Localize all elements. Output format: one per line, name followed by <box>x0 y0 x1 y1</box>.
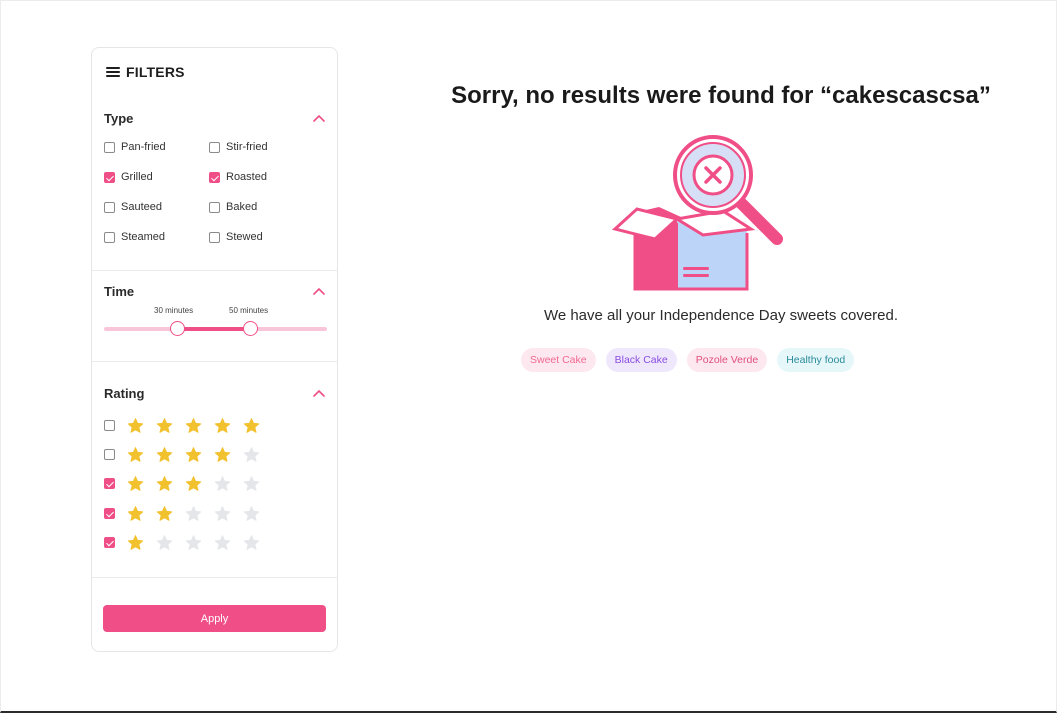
checkbox[interactable] <box>209 231 220 243</box>
star-empty-icon <box>243 476 260 491</box>
option-label: Pan-fried <box>121 141 166 153</box>
star-filled-icon <box>243 418 260 433</box>
rating-option-2-stars[interactable] <box>104 505 272 522</box>
checkbox[interactable] <box>209 141 220 153</box>
time-max-label: 50 minutes <box>229 306 269 315</box>
type-section-title: Type <box>104 111 134 126</box>
time-section-title: Time <box>104 284 135 299</box>
section-divider <box>92 270 337 271</box>
star-filled-icon <box>127 506 144 521</box>
star-filled-icon <box>127 418 144 433</box>
type-option-grilled[interactable]: Grilled <box>104 171 153 183</box>
checkbox[interactable] <box>104 420 115 431</box>
star-filled-icon <box>127 535 144 550</box>
time-slider-range <box>178 327 251 331</box>
type-option-steamed[interactable]: Steamed <box>104 231 165 243</box>
type-option-pan-fried[interactable]: Pan-fried <box>104 141 166 153</box>
section-divider <box>92 577 337 578</box>
filters-sidebar: FILTERS Type Pan-fried Stir-fried Grille… <box>91 47 338 652</box>
time-slider-min-handle[interactable] <box>170 321 185 336</box>
section-divider <box>92 361 337 362</box>
chevron-up-icon[interactable] <box>313 389 325 399</box>
star-filled-icon <box>156 418 173 433</box>
star-empty-icon <box>185 506 202 521</box>
time-min-label: 30 minutes <box>154 306 194 315</box>
option-label: Steamed <box>121 231 166 243</box>
filters-header: FILTERS <box>106 64 185 80</box>
star-empty-icon <box>243 535 260 550</box>
checkbox[interactable] <box>104 171 115 183</box>
suggestion-chips: Sweet Cake Black Cake Pozole Verde Healt… <box>521 348 855 372</box>
star-empty-icon <box>214 535 231 550</box>
star-filled-icon <box>214 447 231 462</box>
star-filled-icon <box>156 447 173 462</box>
chip-black-cake[interactable]: Black Cake <box>605 348 677 372</box>
chip-pozole-verde[interactable]: Pozole Verde <box>686 348 768 372</box>
star-filled-icon <box>127 447 144 462</box>
no-results-subtitle: We have all your Independence Day sweets… <box>543 307 899 324</box>
rating-option-5-stars[interactable] <box>104 417 272 434</box>
type-option-stewed[interactable]: Stewed <box>209 231 263 243</box>
star-filled-icon <box>156 476 173 491</box>
option-label: Grilled <box>121 171 153 183</box>
chip-sweet-cake[interactable]: Sweet Cake <box>521 348 596 372</box>
no-results-heading: Sorry, no results were found for “cakesc… <box>451 82 991 109</box>
time-slider-max-handle[interactable] <box>243 321 258 336</box>
star-filled-icon <box>185 476 202 491</box>
checkbox[interactable] <box>104 201 115 213</box>
star-filled-icon <box>156 506 173 521</box>
chevron-up-icon[interactable] <box>313 114 325 124</box>
star-empty-icon <box>214 506 231 521</box>
filters-title: FILTERS <box>126 64 185 80</box>
rating-option-1-stars[interactable] <box>104 534 272 551</box>
chevron-up-icon[interactable] <box>313 287 325 297</box>
type-option-sauteed[interactable]: Sauteed <box>104 201 162 213</box>
option-label: Sauteed <box>121 201 162 213</box>
option-label: Roasted <box>226 171 267 183</box>
star-empty-icon <box>214 476 231 491</box>
apply-button[interactable]: Apply <box>103 605 326 632</box>
star-filled-icon <box>214 418 231 433</box>
menu-icon[interactable] <box>106 66 120 78</box>
type-option-baked[interactable]: Baked <box>209 201 257 213</box>
checkbox[interactable] <box>104 449 115 460</box>
star-empty-icon <box>243 506 260 521</box>
star-empty-icon <box>243 447 260 462</box>
star-filled-icon <box>185 418 202 433</box>
option-label: Stewed <box>226 231 263 243</box>
star-filled-icon <box>127 476 144 491</box>
checkbox[interactable] <box>104 231 115 243</box>
checkbox[interactable] <box>209 171 220 183</box>
checkbox[interactable] <box>104 478 115 489</box>
option-label: Baked <box>226 201 258 213</box>
checkbox[interactable] <box>209 201 220 213</box>
rating-section-title: Rating <box>104 386 145 401</box>
checkbox[interactable] <box>104 537 115 548</box>
rating-option-3-stars[interactable] <box>104 475 272 492</box>
checkbox[interactable] <box>104 508 115 519</box>
star-filled-icon <box>185 447 202 462</box>
empty-box-search-icon <box>611 133 791 293</box>
type-option-stir-fried[interactable]: Stir-fried <box>209 141 268 153</box>
star-empty-icon <box>185 535 202 550</box>
option-label: Stir-fried <box>226 141 268 153</box>
star-empty-icon <box>156 535 173 550</box>
chip-healthy-food[interactable]: Healthy food <box>777 348 855 372</box>
type-option-roasted[interactable]: Roasted <box>209 171 267 183</box>
checkbox[interactable] <box>104 141 115 153</box>
rating-option-4-stars[interactable] <box>104 446 272 463</box>
